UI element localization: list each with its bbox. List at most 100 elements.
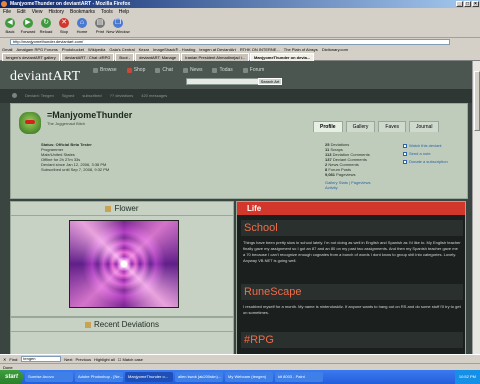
vertical-scrollbar[interactable] bbox=[472, 61, 480, 354]
bookmark-item[interactable]: Photobucket bbox=[62, 46, 84, 53]
activity-link[interactable]: Activity bbox=[325, 185, 371, 190]
deviantart-logo[interactable]: deviantART bbox=[10, 69, 80, 85]
maximize-button[interactable]: □ bbox=[464, 1, 471, 7]
address-bar: http://manjyomethunder.deviantart.com/ bbox=[0, 38, 480, 46]
donate-subscription-link[interactable]: Donate a subscription bbox=[403, 158, 448, 166]
bookmark-item[interactable]: Amalgam RPG Forums bbox=[16, 46, 57, 53]
flower-artwork-image[interactable] bbox=[69, 220, 179, 308]
school-heading: School bbox=[241, 220, 463, 236]
menu-edit[interactable]: Edit bbox=[17, 8, 26, 16]
recent-deviations-panel: Recent Deviations bbox=[10, 317, 234, 354]
find-previous-button[interactable]: Previous bbox=[76, 357, 92, 362]
minimize-button[interactable]: _ bbox=[456, 1, 463, 7]
pageviews-link[interactable]: Pageviews bbox=[351, 180, 370, 185]
browser-tab-active[interactable]: ManjyomeThunder on devia... bbox=[249, 53, 315, 61]
taskbar-item[interactable]: Adobe Photoshop - [Ne... bbox=[75, 372, 124, 382]
taskbar-item-active[interactable]: ManjyomeThunder o... bbox=[125, 372, 174, 382]
bookmark-item[interactable]: RTHK ON INTERNE... bbox=[240, 46, 280, 53]
menu-bar: File Edit View History Bookmarks Tools H… bbox=[0, 8, 480, 16]
browse-icon bbox=[93, 67, 98, 73]
forward-arrow-icon: ▶ bbox=[23, 18, 33, 28]
menu-tools[interactable]: Tools bbox=[101, 8, 113, 16]
find-input[interactable]: tengen bbox=[21, 356, 62, 362]
find-next-button[interactable]: Next bbox=[64, 357, 72, 362]
stop-button[interactable]: ✕ Stop bbox=[57, 18, 71, 34]
frame-icon bbox=[85, 321, 92, 328]
taskbar-item[interactable]: kit 8003 - Paint bbox=[275, 372, 324, 382]
subnav-signed[interactable]: Signed bbox=[62, 89, 74, 103]
back-arrow-icon: ◀ bbox=[5, 18, 15, 28]
bookmark-item[interactable]: Wikipedia bbox=[88, 46, 105, 53]
start-button[interactable]: start bbox=[0, 370, 24, 384]
status-bar: Done bbox=[0, 363, 480, 370]
back-button[interactable]: ◀ Back bbox=[3, 18, 17, 34]
menu-bookmarks[interactable]: Bookmarks bbox=[70, 8, 95, 16]
forward-button[interactable]: ▶ Forward bbox=[21, 18, 35, 34]
note-icon bbox=[403, 152, 407, 156]
bookmark-item[interactable]: Dictionary.com bbox=[322, 46, 348, 53]
tab-journal[interactable]: Journal bbox=[409, 121, 440, 132]
nav-shop[interactable]: Shop bbox=[126, 67, 145, 73]
bookmark-item[interactable]: Kezar bbox=[139, 46, 149, 53]
subnav-messages[interactable]: 420 messages bbox=[141, 89, 167, 103]
bookmark-item[interactable]: Gaia's Central bbox=[109, 46, 134, 53]
url-input[interactable]: http://manjyomethunder.deviantart.com/ bbox=[10, 39, 450, 45]
find-label: Find: bbox=[9, 356, 19, 362]
match-case-checkbox[interactable]: ☐ Match case bbox=[118, 357, 143, 362]
nav-browse[interactable]: Browse bbox=[93, 67, 117, 73]
reload-button[interactable]: ↻ Reload bbox=[39, 18, 53, 34]
browser-tab[interactable]: Boot - bbox=[115, 53, 135, 61]
browser-tab[interactable]: deviantART: Manage bbox=[135, 53, 181, 61]
watch-deviant-link[interactable]: Watch this deviant bbox=[403, 142, 448, 150]
windows-taskbar: start Sunrise Anovo Adobe Photoshop - [N… bbox=[0, 370, 480, 384]
find-close-icon[interactable]: ✕ bbox=[3, 357, 6, 362]
menu-history[interactable]: History bbox=[48, 8, 64, 16]
system-tray-clock[interactable]: 10:52 PM bbox=[454, 370, 480, 384]
nav-todas[interactable]: Todas bbox=[212, 67, 233, 73]
nav-news[interactable]: News bbox=[182, 67, 202, 73]
user-icon bbox=[12, 93, 17, 98]
browser-tab[interactable]: tengen's deviantART gallery bbox=[2, 53, 60, 61]
stop-icon: ✕ bbox=[59, 18, 69, 28]
find-bar: ✕ Find: tengen Next Previous Highlight a… bbox=[0, 354, 480, 363]
print-button[interactable]: ▤ Print bbox=[93, 18, 107, 34]
new-window-icon: ❐ bbox=[113, 18, 123, 28]
menu-file[interactable]: File bbox=[3, 8, 11, 16]
scroll-thumb[interactable] bbox=[474, 71, 480, 131]
taskbar-item[interactable]: allen kwok (ak200sbn)... bbox=[175, 372, 224, 382]
subnav-subscribed[interactable]: subscribed bbox=[82, 89, 101, 103]
browser-tab[interactable]: deviantART : Chat :#RPG bbox=[60, 53, 115, 61]
forum-icon bbox=[242, 67, 248, 73]
subnav-deviations[interactable]: ?? deviations bbox=[110, 89, 134, 103]
bookmark-item[interactable]: Gmail bbox=[2, 46, 12, 53]
tab-faves[interactable]: Faves bbox=[378, 121, 407, 132]
bookmark-item[interactable]: The Plain of Ainsys bbox=[284, 46, 318, 53]
todas-icon bbox=[212, 67, 218, 73]
bookmark-item[interactable]: tengen at DeviantArt bbox=[199, 46, 235, 53]
close-button[interactable]: × bbox=[472, 1, 479, 7]
stat-row[interactable]: 9,081 Pageviews bbox=[325, 172, 371, 177]
tab-profile[interactable]: Profile bbox=[313, 121, 343, 132]
window-titlebar: ManjyomeThunder on deviantART - Mozilla … bbox=[0, 0, 480, 8]
search-art-button[interactable]: Search Art bbox=[258, 78, 282, 85]
search-input[interactable] bbox=[186, 78, 266, 85]
nav-forum[interactable]: Forum bbox=[242, 67, 264, 73]
tab-gallery[interactable]: Gallery bbox=[345, 121, 376, 132]
home-button[interactable]: ⌂ Home bbox=[75, 18, 89, 34]
frame-icon bbox=[105, 205, 112, 212]
nav-chat[interactable]: Chat bbox=[155, 67, 173, 73]
browser-tab[interactable]: Iranian President Ahmadinejad i... bbox=[181, 53, 249, 61]
profile-stats: 25 Deviations 11 Scraps 113 Deviation Co… bbox=[325, 142, 371, 190]
avatar[interactable] bbox=[19, 112, 41, 134]
subnav-deviant[interactable]: Deviant: Tengen bbox=[25, 89, 54, 103]
menu-view[interactable]: View bbox=[32, 8, 43, 16]
new-window-button[interactable]: ❐ New Window bbox=[106, 18, 130, 34]
reload-icon: ↻ bbox=[41, 18, 51, 28]
taskbar-item[interactable]: Sunrise Anovo bbox=[25, 372, 74, 382]
featured-deviation-panel: Flower bbox=[10, 201, 234, 317]
send-note-link[interactable]: Send a note bbox=[403, 150, 448, 158]
menu-help[interactable]: Help bbox=[119, 8, 129, 16]
taskbar-item[interactable]: My Webcam (tengen) bbox=[225, 372, 274, 382]
highlight-all-button[interactable]: Highlight all bbox=[94, 357, 115, 362]
bookmark-item[interactable]: ImageShack® - Hosting bbox=[153, 46, 195, 53]
